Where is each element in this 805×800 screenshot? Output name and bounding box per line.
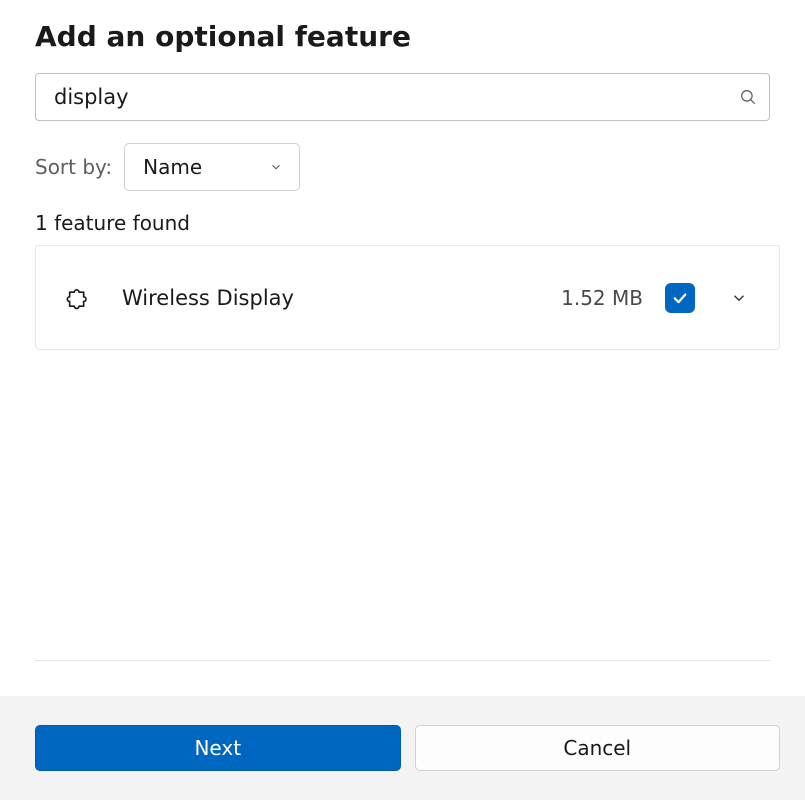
results-count: 1 feature found (35, 211, 805, 235)
search-box[interactable] (35, 73, 770, 121)
dialog-footer: Next Cancel (0, 696, 805, 800)
next-button[interactable]: Next (35, 725, 401, 771)
search-input[interactable] (52, 84, 739, 110)
feature-size: 1.52 MB (561, 286, 643, 310)
feature-name: Wireless Display (122, 286, 561, 310)
sort-select[interactable]: Name (124, 143, 300, 191)
cancel-button[interactable]: Cancel (415, 725, 781, 771)
dialog-title: Add an optional feature (0, 0, 805, 53)
sort-by-label: Sort by: (35, 155, 112, 179)
chevron-down-icon (269, 159, 285, 175)
sort-selected-value: Name (143, 155, 202, 179)
divider (35, 660, 770, 661)
puzzle-icon (64, 283, 94, 313)
feature-checkbox[interactable] (665, 283, 695, 313)
feature-row[interactable]: Wireless Display 1.52 MB (35, 246, 780, 350)
chevron-down-icon[interactable] (729, 288, 749, 308)
feature-list: Wireless Display 1.52 MB (35, 245, 780, 350)
search-icon (739, 88, 757, 106)
